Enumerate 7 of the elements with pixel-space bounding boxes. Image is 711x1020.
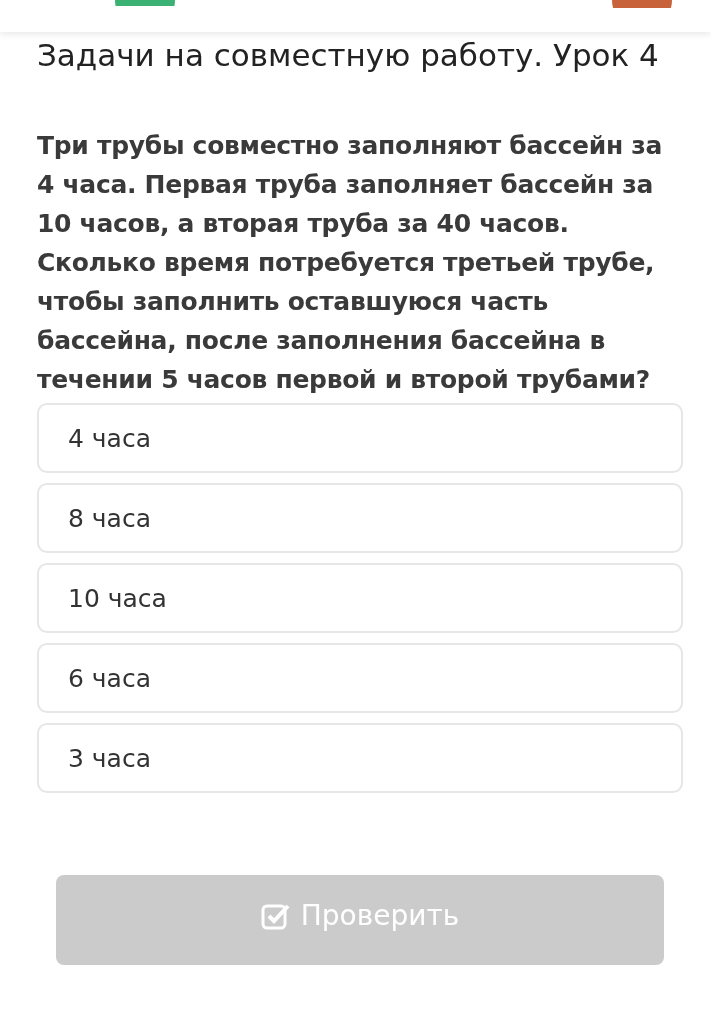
answer-option[interactable]: 3 часа bbox=[37, 723, 683, 793]
answer-option[interactable]: 4 часа bbox=[37, 403, 683, 473]
question-text: Три трубы совместно заполняют бассейн за 4 часа. Первая труба заполняет бассейн за 10 часов, а вторая труба за 40 часов. Сколько время потребуется третьей трубе, чтобы заполнить оставшуюся часть бассейна, после заполнения бассейна в течении 5 часов первой и второй трубами? bbox=[37, 130, 664, 396]
answer-option[interactable]: 8 часа bbox=[37, 483, 683, 553]
lesson-title: Задачи на совместную работу. Урок 4 bbox=[37, 38, 660, 72]
answer-option[interactable]: 10 часа bbox=[37, 563, 683, 633]
answer-option[interactable]: 6 часа bbox=[37, 643, 683, 713]
